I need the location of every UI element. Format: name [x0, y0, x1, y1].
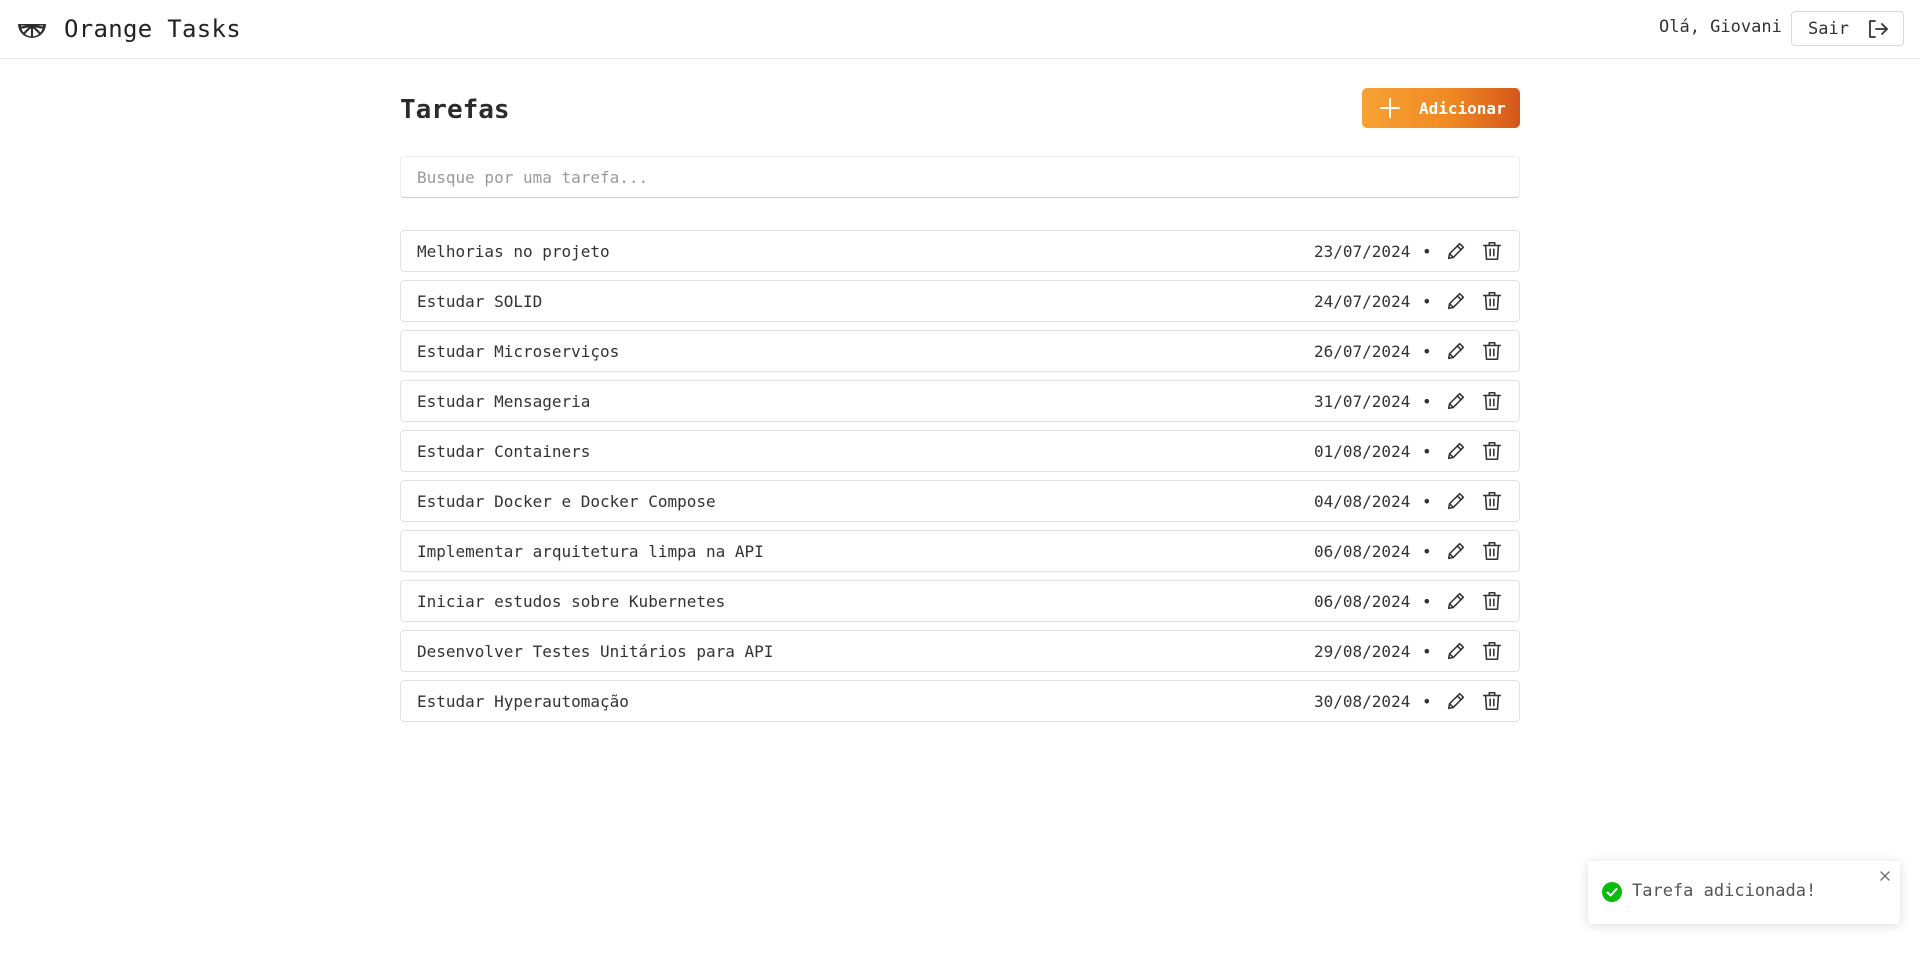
delete-task-button[interactable] — [1480, 339, 1504, 363]
delete-task-button[interactable] — [1480, 489, 1504, 513]
page-title: Tarefas — [400, 95, 510, 125]
delete-task-button[interactable] — [1480, 589, 1504, 613]
edit-task-button[interactable] — [1444, 389, 1468, 413]
pencil-icon — [1445, 490, 1467, 512]
pencil-icon — [1445, 290, 1467, 312]
task-date: 06/08/2024 — [1314, 591, 1411, 611]
edit-task-button[interactable] — [1444, 289, 1468, 313]
trash-icon — [1481, 240, 1503, 262]
close-icon[interactable] — [1878, 869, 1892, 883]
task-date: 29/08/2024 — [1314, 641, 1411, 661]
add-task-label: Adicionar — [1419, 98, 1506, 118]
check-circle-icon — [1602, 882, 1622, 902]
edit-task-button[interactable] — [1444, 339, 1468, 363]
delete-task-button[interactable] — [1480, 539, 1504, 563]
app-name: Orange Tasks — [64, 15, 241, 43]
task-title: Estudar Containers — [417, 441, 591, 461]
pencil-icon — [1445, 240, 1467, 262]
task-date: 30/08/2024 — [1314, 691, 1411, 711]
brand[interactable]: Orange Tasks — [16, 13, 241, 45]
task-separator: • — [1422, 241, 1432, 261]
task-title: Iniciar estudos sobre Kubernetes — [417, 591, 726, 611]
task-separator: • — [1422, 291, 1432, 311]
delete-task-button[interactable] — [1480, 689, 1504, 713]
trash-icon — [1481, 590, 1503, 612]
edit-task-button[interactable] — [1444, 589, 1468, 613]
task-separator: • — [1422, 441, 1432, 461]
plus-icon — [1379, 97, 1401, 119]
logout-button[interactable]: Sair — [1791, 11, 1904, 46]
task-title: Estudar SOLID — [417, 291, 543, 311]
pencil-icon — [1445, 540, 1467, 562]
task-date: 31/07/2024 — [1314, 391, 1411, 411]
edit-task-button[interactable] — [1444, 239, 1468, 263]
trash-icon — [1481, 440, 1503, 462]
logout-label: Sair — [1808, 18, 1849, 39]
trash-icon — [1481, 340, 1503, 362]
pencil-icon — [1445, 690, 1467, 712]
pencil-icon — [1445, 390, 1467, 412]
task-row[interactable]: Estudar SOLID 24/07/2024 • — [400, 280, 1520, 322]
task-date: 06/08/2024 — [1314, 541, 1411, 561]
task-separator: • — [1422, 491, 1432, 511]
task-date: 26/07/2024 — [1314, 341, 1411, 361]
pencil-icon — [1445, 640, 1467, 662]
pencil-icon — [1445, 340, 1467, 362]
search-box — [400, 156, 1520, 198]
task-separator: • — [1422, 341, 1432, 361]
user-greeting: Olá, Giovani — [1659, 17, 1782, 37]
task-row[interactable]: Estudar Docker e Docker Compose 04/08/20… — [400, 480, 1520, 522]
pencil-icon — [1445, 590, 1467, 612]
task-row[interactable]: Estudar Containers 01/08/2024 • — [400, 430, 1520, 472]
task-row[interactable]: Estudar Mensageria 31/07/2024 • — [400, 380, 1520, 422]
orange-slice-icon — [16, 13, 48, 45]
edit-task-button[interactable] — [1444, 639, 1468, 663]
pencil-icon — [1445, 440, 1467, 462]
delete-task-button[interactable] — [1480, 239, 1504, 263]
search-input[interactable] — [401, 157, 1519, 197]
task-date: 01/08/2024 — [1314, 441, 1411, 461]
task-list: Melhorias no projeto 23/07/2024 • Estuda… — [400, 230, 1520, 730]
delete-task-button[interactable] — [1480, 389, 1504, 413]
trash-icon — [1481, 540, 1503, 562]
task-date: 23/07/2024 — [1314, 241, 1411, 261]
task-row[interactable]: Desenvolver Testes Unitários para API 29… — [400, 630, 1520, 672]
trash-icon — [1481, 690, 1503, 712]
task-row[interactable]: Estudar Hyperautomação 30/08/2024 • — [400, 680, 1520, 722]
task-separator: • — [1422, 641, 1432, 661]
task-date: 04/08/2024 — [1314, 491, 1411, 511]
task-separator: • — [1422, 391, 1432, 411]
edit-task-button[interactable] — [1444, 489, 1468, 513]
delete-task-button[interactable] — [1480, 439, 1504, 463]
task-title: Estudar Microserviços — [417, 341, 620, 361]
add-task-button[interactable]: Adicionar — [1362, 88, 1520, 128]
trash-icon — [1481, 640, 1503, 662]
task-row[interactable]: Estudar Microserviços 26/07/2024 • — [400, 330, 1520, 372]
task-title: Implementar arquitetura limpa na API — [417, 541, 764, 561]
edit-task-button[interactable] — [1444, 439, 1468, 463]
task-row[interactable]: Melhorias no projeto 23/07/2024 • — [400, 230, 1520, 272]
task-title: Estudar Docker e Docker Compose — [417, 491, 716, 511]
task-separator: • — [1422, 591, 1432, 611]
task-separator: • — [1422, 541, 1432, 561]
delete-task-button[interactable] — [1480, 289, 1504, 313]
task-title: Estudar Hyperautomação — [417, 691, 629, 711]
task-date: 24/07/2024 — [1314, 291, 1411, 311]
trash-icon — [1481, 390, 1503, 412]
edit-task-button[interactable] — [1444, 539, 1468, 563]
task-separator: • — [1422, 691, 1432, 711]
trash-icon — [1481, 290, 1503, 312]
delete-task-button[interactable] — [1480, 639, 1504, 663]
edit-task-button[interactable] — [1444, 689, 1468, 713]
task-row[interactable]: Implementar arquitetura limpa na API 06/… — [400, 530, 1520, 572]
task-row[interactable]: Iniciar estudos sobre Kubernetes 06/08/2… — [400, 580, 1520, 622]
toast-message: Tarefa adicionada! — [1632, 881, 1817, 901]
top-bar: Orange Tasks Olá, Giovani Sair — [0, 0, 1920, 59]
trash-icon — [1481, 490, 1503, 512]
task-title: Desenvolver Testes Unitários para API — [417, 641, 774, 661]
task-title: Melhorias no projeto — [417, 241, 610, 261]
logout-icon — [1866, 17, 1890, 41]
task-title: Estudar Mensageria — [417, 391, 591, 411]
toast-notification: Tarefa adicionada! — [1588, 861, 1900, 924]
